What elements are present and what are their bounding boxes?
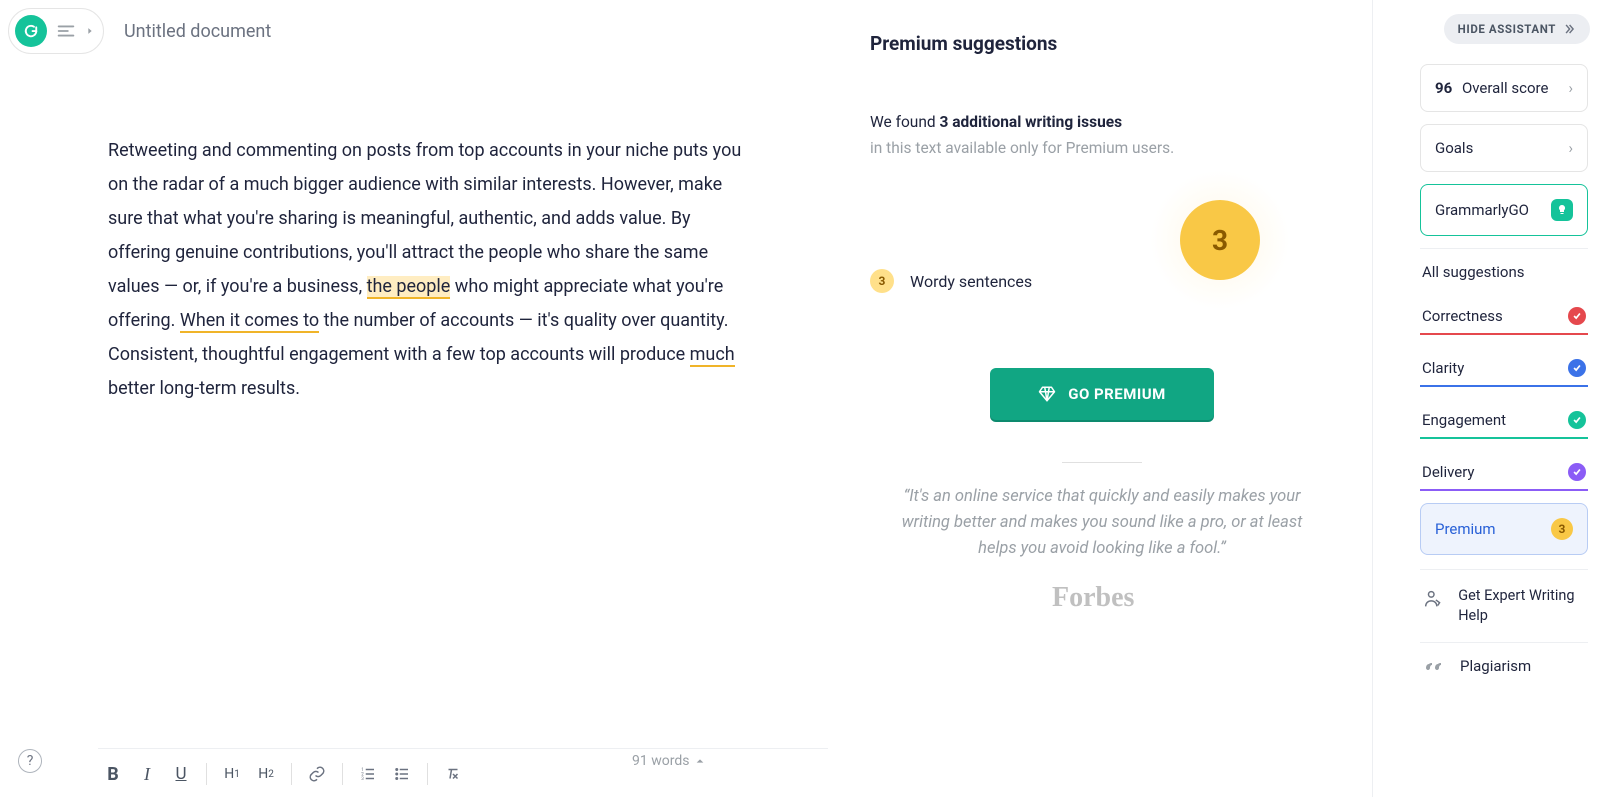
premium-found-count: 3 additional writing issues [940, 113, 1123, 131]
category-clarity[interactable]: Clarity [1420, 347, 1588, 385]
category-delivery[interactable]: Delivery [1420, 451, 1588, 489]
italic-button[interactable]: I [132, 759, 162, 789]
svg-text:3: 3 [361, 776, 364, 782]
category-underline [1420, 333, 1588, 335]
category-label: Clarity [1422, 359, 1464, 377]
goals-label: Goals [1435, 139, 1473, 157]
check-circle-icon [1568, 411, 1586, 429]
premium-found-prefix: We found [870, 113, 940, 131]
overall-score-card[interactable]: 96 Overall score › [1420, 64, 1588, 112]
h2-button[interactable]: H2 [251, 759, 281, 789]
category-underline [1420, 437, 1588, 439]
all-suggestions-section[interactable]: All suggestions [1420, 248, 1588, 295]
goals-card[interactable]: Goals › [1420, 124, 1588, 172]
premium-count-badge: 3 [1551, 518, 1573, 540]
check-circle-icon [1568, 307, 1586, 325]
grammarlygo-card[interactable]: GrammarlyGO [1420, 184, 1588, 236]
testimonial-quote: “It's an online service that quickly and… [900, 484, 1304, 562]
topbar: Untitled document [8, 8, 271, 54]
paragraph-menu-icon [55, 20, 77, 42]
premium-found-line: We found 3 additional writing issues [870, 113, 1330, 131]
hide-assistant-label: HIDE ASSISTANT [1458, 22, 1556, 36]
person-handoff-icon [1422, 586, 1444, 612]
highlight-wordy[interactable]: the people [367, 276, 451, 299]
issue-label: Wordy sentences [910, 272, 1032, 291]
editor-text: better long-term results. [108, 378, 300, 399]
hide-assistant-button[interactable]: HIDE ASSISTANT [1444, 14, 1590, 44]
category-label: Correctness [1422, 307, 1503, 325]
toolbar-separator [427, 763, 428, 785]
expert-label: Get Expert Writing Help [1458, 586, 1586, 626]
link-button[interactable] [302, 759, 332, 789]
numbered-list-button[interactable]: 123 [353, 759, 383, 789]
chevron-double-right-icon [1562, 22, 1576, 36]
chevron-right-icon: › [1568, 139, 1573, 157]
h1-button[interactable]: H1 [217, 759, 247, 789]
testimonial-source: Forbes [1052, 582, 1134, 614]
right-rail: 96 Overall score › Goals › GrammarlyGO A… [1420, 64, 1588, 695]
grammarly-logo-icon [15, 15, 47, 47]
document-title[interactable]: Untitled document [124, 21, 271, 42]
formatting-toolbar: B I U H1 H2 123 [98, 748, 828, 789]
diamond-icon [1038, 385, 1056, 403]
help-button[interactable]: ? [18, 749, 42, 773]
toolbar-separator [206, 763, 207, 785]
go-premium-button[interactable]: GO PREMIUM [990, 368, 1214, 420]
category-premium[interactable]: Premium 3 [1420, 503, 1588, 555]
category-underline [1420, 489, 1588, 491]
clear-formatting-button[interactable] [438, 759, 468, 789]
toolbar-separator [291, 763, 292, 785]
category-underline [1420, 385, 1588, 387]
toolbar-separator [342, 763, 343, 785]
highlight-wordy[interactable]: When it comes to [180, 310, 319, 333]
highlight-wordy[interactable]: much [690, 344, 735, 367]
category-correctness[interactable]: Correctness [1420, 295, 1588, 333]
check-circle-icon [1568, 359, 1586, 377]
vertical-divider [1372, 0, 1373, 797]
editor-text: Retweeting and commenting on posts from … [108, 140, 741, 297]
caret-right-icon [85, 26, 95, 36]
premium-label: Premium [1435, 520, 1496, 538]
quotes-icon [1422, 657, 1446, 681]
premium-availability: in this text available only for Premium … [870, 139, 1330, 157]
category-label: Delivery [1422, 463, 1475, 481]
app-menu-button[interactable] [8, 8, 104, 54]
quote-separator [1062, 462, 1142, 463]
editor-content[interactable]: Retweeting and commenting on posts from … [108, 134, 748, 406]
overall-score-text: 96 Overall score [1435, 79, 1548, 97]
lightbulb-icon [1551, 199, 1573, 221]
overall-score-label: Overall score [1458, 79, 1548, 97]
issue-count-badge: 3 [870, 269, 894, 293]
premium-total-count: 3 [1180, 200, 1260, 280]
check-circle-icon [1568, 463, 1586, 481]
plagiarism-check[interactable]: Plagiarism [1420, 642, 1588, 695]
go-premium-label: GO PREMIUM [1068, 385, 1166, 403]
caret-up-icon [695, 756, 705, 766]
category-engagement[interactable]: Engagement [1420, 399, 1588, 437]
plagiarism-label: Plagiarism [1460, 657, 1531, 681]
chevron-right-icon: › [1568, 79, 1573, 97]
word-count-label: 91 words [632, 753, 689, 769]
premium-big-circle: 3 [1150, 170, 1290, 310]
word-count[interactable]: 91 words [632, 753, 705, 769]
overall-score-number: 96 [1435, 79, 1452, 97]
category-label: Engagement [1422, 411, 1506, 429]
bold-button[interactable]: B [98, 759, 128, 789]
grammarlygo-label: GrammarlyGO [1435, 201, 1529, 219]
bulleted-list-button[interactable] [387, 759, 417, 789]
premium-title: Premium suggestions [870, 32, 1330, 55]
expert-writing-help[interactable]: Get Expert Writing Help [1420, 569, 1588, 642]
underline-button[interactable]: U [166, 759, 196, 789]
